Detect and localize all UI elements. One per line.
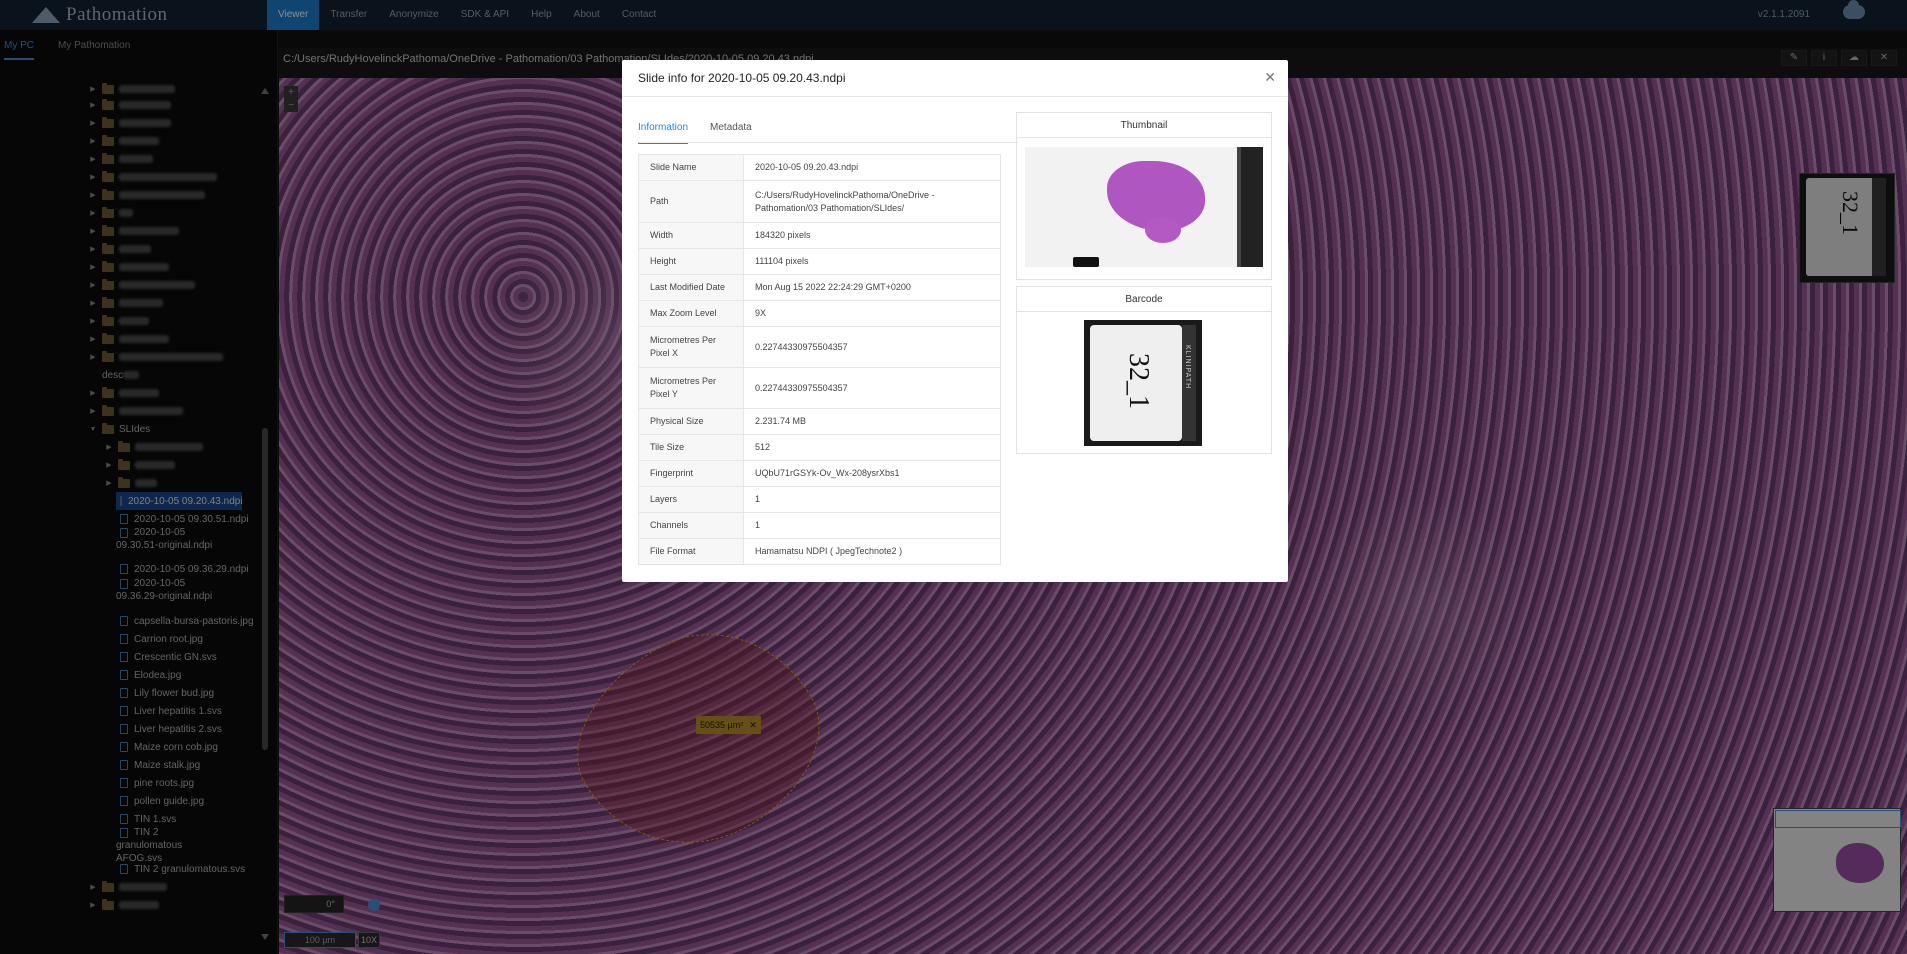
- table-row: Max Zoom Level 9X: [638, 300, 1001, 327]
- row-key: Last Modified Date: [638, 274, 744, 301]
- row-value: Mon Aug 15 2022 22:24:29 GMT+0200: [743, 274, 1001, 301]
- row-value: 111104 pixels: [743, 248, 1001, 275]
- row-value: 0.22744330975504357: [743, 326, 1001, 368]
- row-key: Physical Size: [638, 408, 744, 435]
- row-value: 2.231.74 MB: [743, 408, 1001, 435]
- table-row: Width 184320 pixels: [638, 222, 1001, 249]
- thumbnail-heading: Thumbnail: [1017, 113, 1271, 138]
- tabs-underline: [638, 142, 1018, 143]
- tab-information[interactable]: Information: [638, 122, 689, 144]
- table-row: Micrometres Per Pixel X 0.227443309755043…: [638, 326, 1001, 368]
- table-row: File Format Hamamatsu NDPI ( JpegTechnote…: [638, 538, 1001, 565]
- row-key: Width: [638, 222, 744, 249]
- barcode-label-text: 32_1: [1123, 353, 1154, 409]
- row-value: 9X: [743, 300, 1001, 327]
- thumbnail-mark: [1237, 147, 1241, 267]
- thumbnail-panel: Thumbnail: [1016, 112, 1272, 280]
- row-value: 1: [743, 512, 1001, 539]
- row-value: C:/Users/RudyHovelinckPathoma/OneDrive -…: [743, 180, 1001, 223]
- row-key: Layers: [638, 486, 744, 513]
- row-value: 512: [743, 434, 1001, 461]
- table-row: Last Modified Date Mon Aug 15 2022 22:24:…: [638, 274, 1001, 301]
- modal-divider: [622, 96, 1288, 97]
- table-row: Channels 1: [638, 512, 1001, 539]
- table-row: Fingerprint UQbU71rGSYk-Ov_Wx-208ysrXbs1: [638, 460, 1001, 487]
- table-row: Physical Size 2.231.74 MB: [638, 408, 1001, 435]
- row-key: Height: [638, 248, 744, 275]
- slide-info-modal: Slide info for 2020-10-05 09.20.43.ndpi …: [622, 60, 1288, 582]
- barcode-label: 32_1: [1090, 325, 1182, 441]
- row-key: Tile Size: [638, 434, 744, 461]
- tab-metadata[interactable]: Metadata: [710, 122, 752, 144]
- row-key: Channels: [638, 512, 744, 539]
- thumbnail-mark: [1073, 257, 1099, 267]
- row-value: 2020-10-05 09.20.43.ndpi: [743, 154, 1001, 181]
- table-row: Path C:/Users/RudyHovelinckPathoma/OneDri…: [638, 180, 1001, 223]
- row-key: Slide Name: [638, 154, 744, 181]
- table-row: Height 111104 pixels: [638, 248, 1001, 275]
- slide-info-table: Slide Name 2020-10-05 09.20.43.ndpi Path C…: [638, 154, 1001, 565]
- row-key: Max Zoom Level: [638, 300, 744, 327]
- row-value: 1: [743, 486, 1001, 513]
- barcode-strip: KLINIPATH: [1182, 325, 1196, 441]
- row-value: Hamamatsu NDPI ( JpegTechnote2 ): [743, 538, 1001, 565]
- barcode-panel: Barcode 32_1 KLINIPATH: [1016, 286, 1272, 454]
- close-icon[interactable]: ✕: [1264, 69, 1276, 86]
- row-value: UQbU71rGSYk-Ov_Wx-208ysrXbs1: [743, 460, 1001, 487]
- table-row: Tile Size 512: [638, 434, 1001, 461]
- modal-tabs: Information Metadata: [638, 122, 774, 144]
- thumbnail-tissue: [1145, 217, 1181, 243]
- row-value: 184320 pixels: [743, 222, 1001, 249]
- row-key: Micrometres Per Pixel X: [638, 326, 744, 368]
- row-key: Fingerprint: [638, 460, 744, 487]
- row-key: Path: [638, 180, 744, 223]
- row-key: Micrometres Per Pixel Y: [638, 367, 744, 409]
- row-value: 0.22744330975504357: [743, 367, 1001, 409]
- table-row: Layers 1: [638, 486, 1001, 513]
- barcode-image: 32_1 KLINIPATH: [1084, 320, 1202, 446]
- table-row: Micrometres Per Pixel Y 0.227443309755043…: [638, 367, 1001, 409]
- row-key: File Format: [638, 538, 744, 565]
- table-row: Slide Name 2020-10-05 09.20.43.ndpi: [638, 154, 1001, 181]
- modal-title: Slide info for 2020-10-05 09.20.43.ndpi: [638, 71, 846, 85]
- barcode-heading: Barcode: [1017, 287, 1271, 312]
- barcode-strip-text: KLINIPATH: [1184, 345, 1191, 390]
- slide-thumbnail-image: [1025, 147, 1263, 267]
